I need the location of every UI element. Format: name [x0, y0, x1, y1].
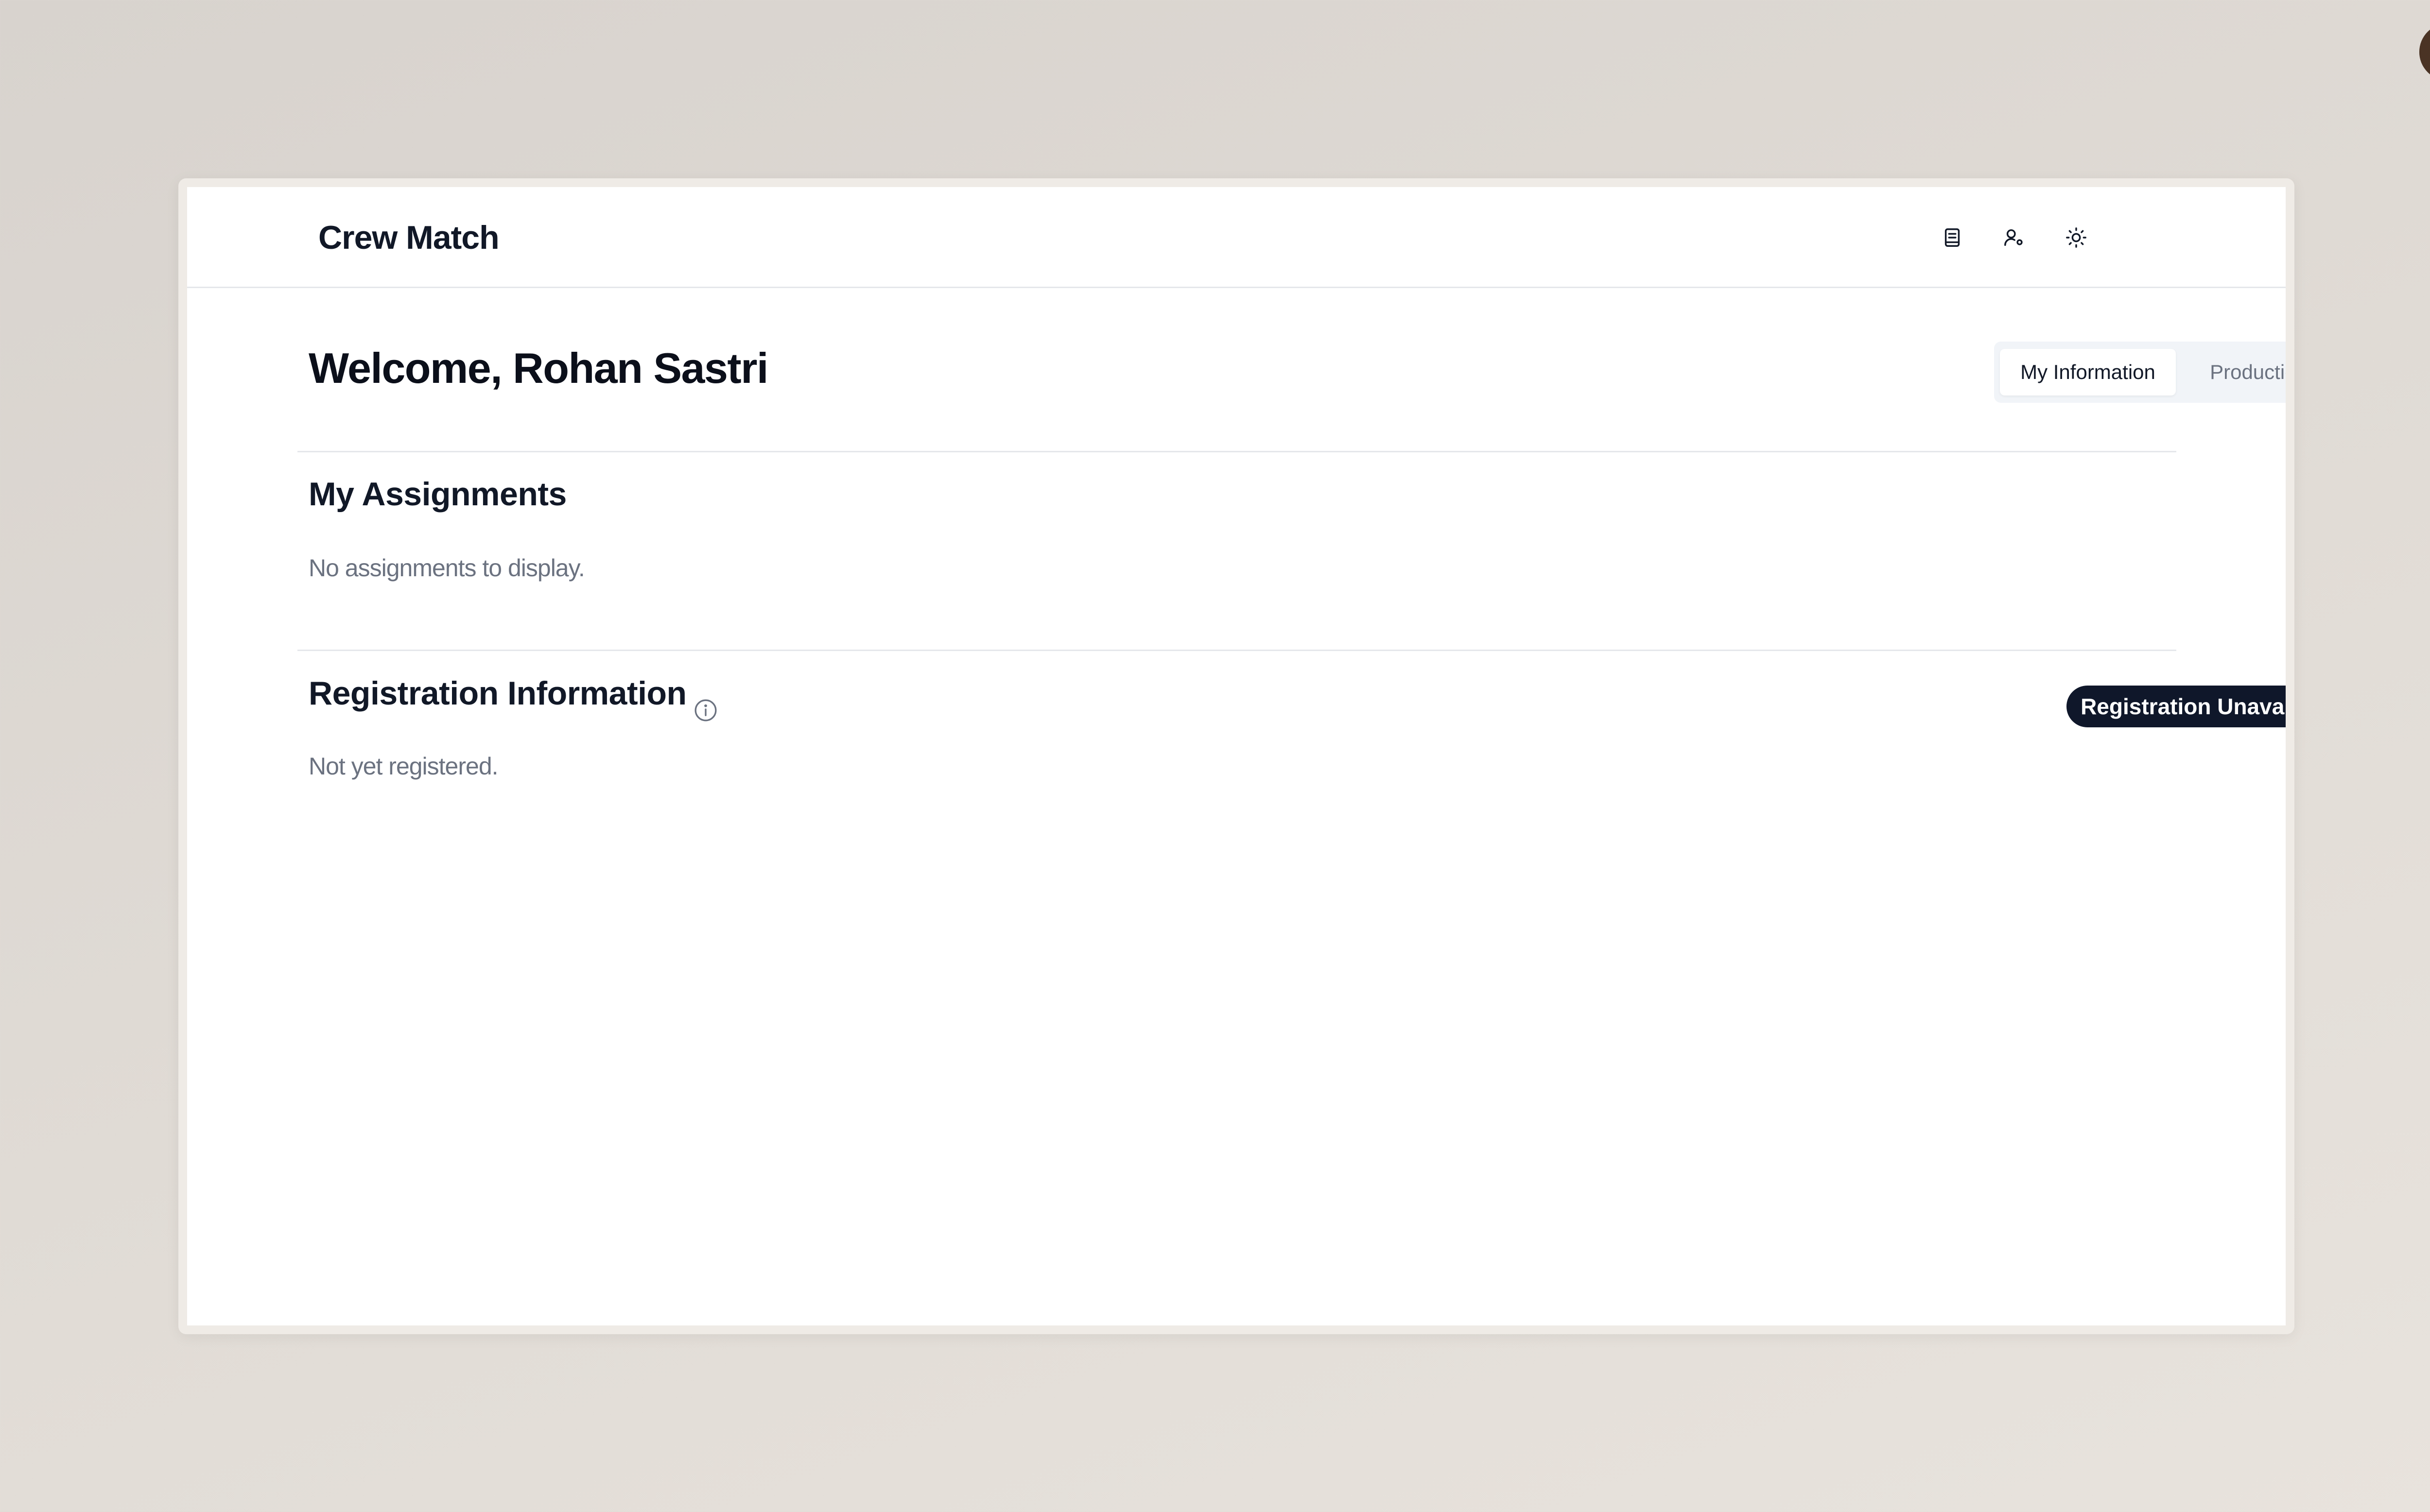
registration-heading: Registration Information	[309, 675, 687, 712]
user-settings-icon	[2004, 229, 2023, 246]
avatar-image	[2419, 23, 2430, 81]
document-icon-button[interactable]	[1933, 218, 1972, 257]
assignments-empty-text: No assignments to display.	[309, 554, 585, 582]
document-icon	[1944, 228, 1960, 247]
avatar[interactable]	[2419, 23, 2430, 81]
tab-productions[interactable]: Productions	[2176, 349, 2286, 395]
page-title: Welcome, Rohan Sastri	[309, 344, 768, 392]
sun-icon	[2066, 227, 2086, 248]
section-divider	[297, 650, 2176, 651]
registration-status-badge: Registration Unavailable	[2066, 686, 2286, 727]
info-icon[interactable]	[694, 698, 718, 722]
theme-toggle-button[interactable]	[2057, 218, 2096, 257]
section-divider	[297, 451, 2176, 452]
top-navigation-bar: Crew Match	[187, 187, 2286, 288]
tab-my-information[interactable]: My Information	[2000, 349, 2176, 395]
assignments-heading: My Assignments	[309, 476, 567, 513]
view-tabs: My Information Productions	[1994, 342, 2286, 403]
app-brand[interactable]: Crew Match	[318, 218, 500, 257]
user-settings-icon-button[interactable]	[1995, 218, 2033, 257]
window-frame: Crew Match Welcome, Rohan Sastri My Info…	[178, 178, 2294, 1334]
registration-status-text: Not yet registered.	[309, 753, 499, 780]
app-window: Crew Match Welcome, Rohan Sastri My Info…	[187, 187, 2286, 1325]
